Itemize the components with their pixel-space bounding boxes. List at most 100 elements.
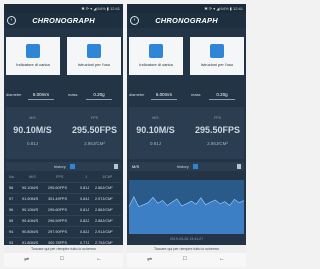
table-cell: 0.82J bbox=[80, 219, 90, 223]
chart-icon[interactable] bbox=[70, 164, 75, 169]
joule-value: 2.86J/CM² bbox=[84, 141, 105, 146]
energy-value: 0.81J bbox=[149, 141, 161, 146]
table-cell: 94 bbox=[9, 230, 14, 234]
manual-icon bbox=[87, 44, 101, 58]
status-bar: ✱ ⟳ ▾ ◢ 64% ▮ 12:41 bbox=[127, 4, 246, 13]
energy-value: 0.81J bbox=[26, 141, 38, 146]
top-bar: ‹ CHRONOGRAPH bbox=[127, 13, 246, 28]
trash-icon[interactable] bbox=[114, 164, 118, 169]
speed-unit-label: M/S bbox=[152, 116, 159, 120]
table-cell: 96 bbox=[9, 208, 14, 212]
trash-icon[interactable] bbox=[237, 164, 241, 169]
history-label: history bbox=[177, 164, 189, 169]
table-cell: 0.81J bbox=[80, 186, 90, 190]
speed-value: 90.10M/S bbox=[136, 125, 175, 135]
recent-apps-icon[interactable]: ⇌ bbox=[147, 256, 152, 263]
table-cell: 90.40M/S bbox=[22, 219, 39, 223]
phone-screen-right: ✱ ⟳ ▾ ◢ 64% ▮ 12:41 ‹ CHRONOGRAPH Indica… bbox=[127, 4, 246, 267]
fps-unit-label: FPS bbox=[214, 116, 221, 120]
fullscreen-hint[interactable]: Toccare qui per riempire tutto lo scherm… bbox=[4, 245, 123, 253]
table-header-cell: J/CM² bbox=[102, 175, 113, 179]
table-cell: 0.82J bbox=[80, 230, 90, 234]
settings-row: diameter 6.00mm mass 0.20g bbox=[127, 88, 246, 102]
history-bar: history bbox=[6, 162, 121, 171]
battery-label: Indicatore di carica bbox=[16, 62, 50, 67]
manual-icon bbox=[210, 44, 224, 58]
phone-screen-left: ✱ ⟳ ▾ ◢ 64% ▮ 12:41 ‹ CHRONOGRAPH Indica… bbox=[4, 4, 123, 267]
table-cell: 301.49FPS bbox=[48, 197, 67, 201]
table-cell: 295.60FPS bbox=[48, 186, 67, 190]
battery-tile[interactable]: Indicatore di carica bbox=[129, 37, 183, 75]
status-bar: ✱ ⟳ ▾ ◢ 64% ▮ 12:41 bbox=[4, 4, 123, 13]
history-label: history bbox=[54, 164, 66, 169]
battery-tile[interactable]: Indicatore di carica bbox=[6, 37, 60, 75]
fps-box: FPS 295.50FPS 2.86J/CM² bbox=[68, 114, 121, 152]
battery-icon bbox=[26, 44, 40, 58]
nav-bar: ⇌ □ ← bbox=[127, 253, 246, 267]
back-nav-icon[interactable]: ← bbox=[96, 256, 102, 262]
table-cell: 2.97J/CM² bbox=[95, 197, 113, 201]
fps-box: FPS 295.50FPS 2.86J/CM² bbox=[191, 114, 244, 152]
table-header-cell: No. bbox=[9, 175, 15, 179]
table-cell: 2.88J/CM² bbox=[95, 219, 113, 223]
recent-apps-icon[interactable]: ⇌ bbox=[24, 256, 29, 263]
table-cell: 90.10M/S bbox=[22, 186, 39, 190]
manual-tile[interactable]: Istruzioni per l'uso bbox=[190, 37, 244, 75]
manual-tile[interactable]: Istruzioni per l'uso bbox=[67, 37, 121, 75]
table-cell: 90.10M/S bbox=[22, 208, 39, 212]
table-header-cell: M/S bbox=[29, 175, 36, 179]
home-icon[interactable]: □ bbox=[183, 256, 187, 262]
app-title: CHRONOGRAPH bbox=[32, 16, 95, 25]
back-nav-icon[interactable]: ← bbox=[219, 256, 225, 262]
table-cell: 98 bbox=[9, 186, 14, 190]
mass-field[interactable]: 0.20g bbox=[86, 90, 112, 100]
history-bar: M/S history bbox=[129, 162, 244, 171]
list-icon[interactable] bbox=[193, 164, 198, 169]
diameter-label: diameter bbox=[129, 92, 145, 97]
mass-label: mass bbox=[191, 92, 201, 97]
table-cell: 2.91J/CM² bbox=[95, 230, 113, 234]
graph-timestamp: 2019-03-26 13:41:27 bbox=[169, 237, 204, 241]
table-row[interactable]: 96 90.10M/S 295.60FPS 0.81J 2.86J/CM² bbox=[6, 205, 121, 216]
speed-value: 90.10M/S bbox=[13, 125, 52, 135]
velocity-graph: 2019-03-26 13:41:27 bbox=[128, 172, 245, 242]
table-cell: 0.81J bbox=[80, 208, 90, 212]
table-cell: 90.80M/S bbox=[22, 230, 39, 234]
diameter-field[interactable]: 6.00mm bbox=[28, 90, 54, 100]
fullscreen-hint[interactable]: Toccare qui per riempire tutto lo scherm… bbox=[127, 245, 246, 253]
table-cell: 91.90M/S bbox=[22, 197, 39, 201]
table-cell: 0.84J bbox=[80, 197, 90, 201]
diameter-label: diameter bbox=[6, 92, 22, 97]
diameter-field[interactable]: 6.00mm bbox=[151, 90, 177, 100]
table-row[interactable]: 97 91.90M/S 301.49FPS 0.84J 2.97J/CM² bbox=[6, 194, 121, 205]
unit-dropdown[interactable]: M/S bbox=[132, 163, 139, 170]
speed-box: M/S 90.10M/S 0.81J bbox=[129, 114, 182, 152]
graph-svg bbox=[128, 180, 245, 234]
table-header-cell: FPS bbox=[56, 175, 64, 179]
home-icon[interactable]: □ bbox=[60, 256, 64, 262]
table-cell: 295.60FPS bbox=[48, 208, 67, 212]
table-cell: 296.59FPS bbox=[48, 219, 67, 223]
table-row[interactable]: 94 90.80M/S 297.90FPS 0.82J 2.91J/CM² bbox=[6, 227, 121, 238]
speed-unit-label: M/S bbox=[29, 116, 36, 120]
manual-label: Istruzioni per l'uso bbox=[77, 62, 111, 67]
fps-value: 295.50FPS bbox=[71, 125, 118, 135]
app-title: CHRONOGRAPH bbox=[155, 16, 218, 25]
top-bar: ‹ CHRONOGRAPH bbox=[4, 13, 123, 28]
readout-panel: M/S 90.10M/S 0.81J FPS 295.50FPS 2.86J/C… bbox=[6, 107, 121, 159]
mass-label: mass bbox=[68, 92, 78, 97]
table-cell: 2.86J/CM² bbox=[95, 186, 113, 190]
manual-label: Istruzioni per l'uso bbox=[200, 62, 234, 67]
mass-field[interactable]: 0.20g bbox=[209, 90, 235, 100]
table-row[interactable]: 98 90.10M/S 295.60FPS 0.81J 2.86J/CM² bbox=[6, 183, 121, 194]
table-header-cell: J bbox=[85, 175, 87, 179]
settings-row: diameter 6.00mm mass 0.20g bbox=[4, 88, 123, 102]
joule-value: 2.86J/CM² bbox=[207, 141, 228, 146]
battery-icon bbox=[149, 44, 163, 58]
table-cell: 97 bbox=[9, 197, 14, 201]
table-row[interactable]: 95 90.40M/S 296.59FPS 0.82J 2.88J/CM² bbox=[6, 216, 121, 227]
fps-value: 295.50FPS bbox=[194, 125, 241, 135]
readout-panel: M/S 90.10M/S 0.81J FPS 295.50FPS 2.86J/C… bbox=[129, 107, 244, 159]
fps-unit-label: FPS bbox=[91, 116, 98, 120]
table-header: No. M/S FPS J J/CM² bbox=[6, 172, 121, 183]
